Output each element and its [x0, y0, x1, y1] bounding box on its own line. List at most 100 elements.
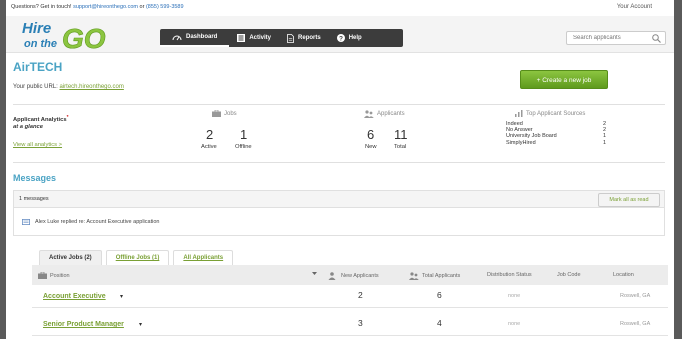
nav-reports-label: Reports — [298, 35, 321, 41]
job-location: Roswell, GA — [620, 321, 651, 327]
sources-list: Indeed 2 No Answer 2 University Job Board 1… — [506, 121, 606, 146]
mark-all-read-button[interactable]: Mark all as read — [598, 193, 660, 207]
divider — [13, 104, 665, 105]
new-applicants-header[interactable]: New Applicants — [328, 272, 379, 280]
nav-reports[interactable]: Reports — [279, 29, 329, 47]
table-row: Account Executive ▾ 2 6 none Roswell, GA — [32, 285, 668, 308]
job-menu-caret[interactable]: ▾ — [120, 293, 123, 300]
chevron-down-icon — [312, 272, 317, 275]
messages-bar: 1 messages Mark all as read — [13, 190, 665, 208]
message-icon — [22, 219, 30, 225]
divider — [13, 162, 665, 163]
list-icon — [237, 34, 246, 42]
analytics-subtitle: at a glance — [13, 124, 43, 130]
distribution-status: none — [508, 293, 521, 299]
source-name: SimplyHired — [506, 139, 536, 146]
applicants-label: Applicants — [377, 111, 405, 117]
create-job-button[interactable]: + Create a new job — [520, 70, 608, 89]
total-applicants-label: Total Applicants — [422, 273, 461, 279]
support-email-link[interactable]: support@hireonthego.com — [73, 4, 138, 10]
table-row: Senior Product Manager ▾ 3 4 none Roswel… — [32, 313, 668, 336]
tab-active-jobs[interactable]: Active Jobs (2) — [39, 250, 102, 266]
total-applicants-header[interactable]: Total Applicants — [409, 272, 460, 280]
logo-line2: on the — [24, 38, 57, 50]
source-count: 1 — [602, 139, 606, 146]
nav-activity[interactable]: Activity — [229, 29, 279, 47]
briefcase-icon — [38, 272, 47, 279]
position-header[interactable]: Position — [38, 272, 70, 279]
distribution-status-header[interactable]: Distribution Status — [487, 272, 532, 278]
people-icon — [409, 272, 419, 280]
app-window: Questions? Get in touch! support@hireont… — [6, 0, 674, 339]
new-applicants-count: 2 — [358, 290, 363, 300]
nav-dashboard[interactable]: Dashboard — [160, 29, 230, 47]
contact-prefix: Questions? Get in touch! — [11, 4, 72, 10]
sort-caret[interactable] — [312, 272, 317, 275]
jobs-heading: Jobs — [212, 110, 237, 117]
view-all-analytics-link[interactable]: View all analytics > — [13, 142, 62, 148]
new-applicants-label: New Applicants — [341, 273, 379, 279]
public-url-link[interactable]: airtech.hireonthego.com — [59, 84, 123, 90]
applicants-heading: Applicants — [364, 110, 405, 118]
applicants-new-label: New — [365, 144, 377, 150]
briefcase-icon — [212, 110, 221, 117]
public-url-label: Your public URL: — [13, 84, 58, 90]
analytics-title-text: Applicant Analytics — [13, 116, 67, 123]
nav-dashboard-label: Dashboard — [186, 34, 218, 40]
nav-activity-label: Activity — [249, 35, 272, 41]
main-nav: Dashboard Activity Reports ? Help — [160, 29, 403, 47]
applicants-new-count: 6 — [367, 127, 375, 142]
jobs-offline-count: 1 — [240, 127, 248, 142]
tab-offline-jobs[interactable]: Offline Jobs (1) — [105, 250, 170, 266]
top-contact-bar: Questions? Get in touch! support@hireont… — [6, 0, 674, 16]
support-phone-link[interactable]: (855) 599-3589 — [146, 4, 184, 10]
help-icon: ? — [336, 34, 345, 42]
company-header: AirTECH — [13, 60, 62, 74]
people-icon — [364, 110, 374, 118]
source-row: SimplyHired 1 — [506, 140, 606, 146]
search-input[interactable] — [567, 32, 653, 44]
tab-all-applicants[interactable]: All Applicants — [173, 250, 234, 266]
search-icon[interactable] — [652, 34, 661, 43]
messages-count: 1 messages — [19, 196, 49, 202]
logo-go: GO — [62, 23, 106, 52]
nav-help-label: Help — [348, 35, 362, 41]
svg-text:?: ? — [339, 35, 343, 42]
jobs-active-label: Active — [201, 144, 217, 150]
person-icon — [328, 272, 336, 280]
nav-help[interactable]: ? Help — [329, 29, 370, 47]
document-icon — [287, 33, 294, 43]
jobs-offline-label: Offline — [235, 144, 252, 150]
sources-label: Top Applicant Sources — [526, 110, 586, 117]
total-applicants-count: 4 — [437, 318, 442, 328]
bar-chart-icon — [515, 110, 523, 117]
applicants-total-label: Total — [394, 144, 407, 150]
jobs-active-count: 2 — [206, 127, 214, 142]
total-applicants-count: 6 — [437, 290, 442, 300]
main-header: Hire on the GO Dashboard Activity Report… — [6, 16, 674, 53]
new-applicants-count: 3 — [358, 318, 363, 328]
location-header[interactable]: Location — [613, 272, 634, 278]
hire-on-the-go-logo[interactable]: Hire on the GO — [18, 18, 128, 52]
logo-line1: Hire — [22, 20, 51, 37]
applicants-total-count: 11 — [394, 127, 408, 142]
job-title-link[interactable]: Account Executive — [43, 293, 106, 300]
sources-heading: Top Applicant Sources — [515, 110, 585, 117]
job-title-link[interactable]: Senior Product Manager — [43, 321, 124, 328]
jobs-label: Jobs — [224, 110, 237, 117]
position-header-label: Position — [50, 272, 70, 279]
job-code-header[interactable]: Job Code — [557, 272, 581, 278]
public-url-line: Your public URL: airtech.hireonthego.com — [13, 84, 124, 90]
analytics-asterisk: * — [66, 115, 69, 120]
distribution-status: none — [508, 321, 521, 327]
jobs-table-header: Position New Applicants Total Applicants… — [32, 265, 668, 285]
jobs-tabs: Active Jobs (2) Offline Jobs (1) All App… — [39, 250, 234, 266]
your-account-link[interactable]: Your Account — [617, 0, 652, 14]
analytics-title: Applicant Analytics* — [13, 115, 68, 123]
message-item[interactable]: Alex Luke replied re: Account Executive … — [13, 208, 665, 236]
or-text: or — [139, 4, 145, 10]
job-menu-caret[interactable]: ▾ — [139, 321, 142, 328]
message-text: Alex Luke replied re: Account Executive … — [35, 219, 160, 225]
gauge-icon — [172, 35, 182, 40]
search-box — [566, 31, 666, 45]
